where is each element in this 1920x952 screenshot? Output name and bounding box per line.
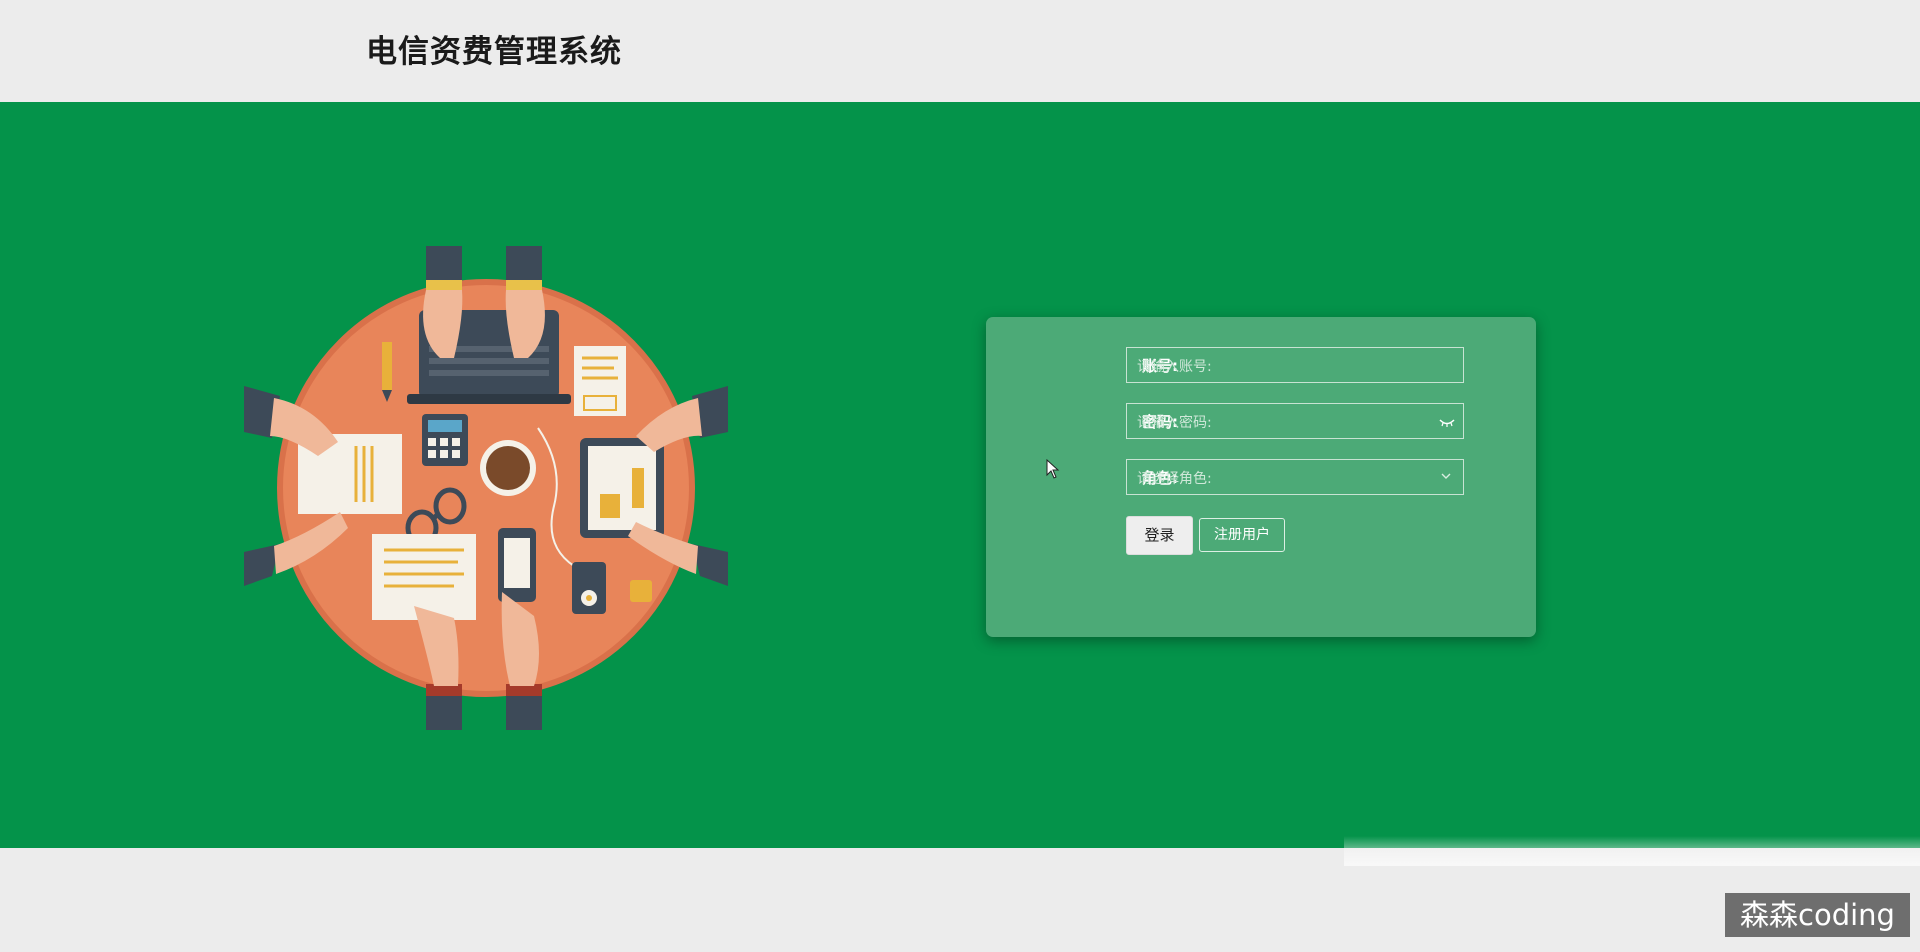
- login-button[interactable]: 登录: [1126, 516, 1193, 555]
- account-input[interactable]: 请输入账号:: [1126, 347, 1464, 383]
- password-row: 密码: 请输入密码:: [986, 403, 1536, 439]
- password-input[interactable]: 请输入密码:: [1126, 403, 1464, 439]
- role-row: 角色: 请选择角色:: [986, 459, 1536, 495]
- team-meeting-illustration: [244, 246, 728, 730]
- hero-section: [0, 102, 1920, 848]
- register-button[interactable]: 注册用户: [1199, 518, 1285, 552]
- chevron-down-icon: [1441, 473, 1451, 479]
- top-header: 电信资费管理系统: [0, 0, 1920, 101]
- fade-strip: [1344, 836, 1920, 866]
- watermark: 森森coding: [1725, 893, 1910, 937]
- mouse-cursor-icon: [1046, 459, 1060, 479]
- eye-closed-icon[interactable]: [1439, 416, 1455, 428]
- role-placeholder: 请选择角色:: [1137, 471, 1212, 487]
- app-title: 电信资费管理系统: [366, 34, 622, 70]
- role-select[interactable]: 请选择角色:: [1126, 459, 1464, 495]
- account-row: 账号: 请输入账号:: [986, 347, 1536, 383]
- account-placeholder: 请输入账号:: [1137, 359, 1212, 375]
- password-placeholder: 请输入密码:: [1137, 415, 1212, 431]
